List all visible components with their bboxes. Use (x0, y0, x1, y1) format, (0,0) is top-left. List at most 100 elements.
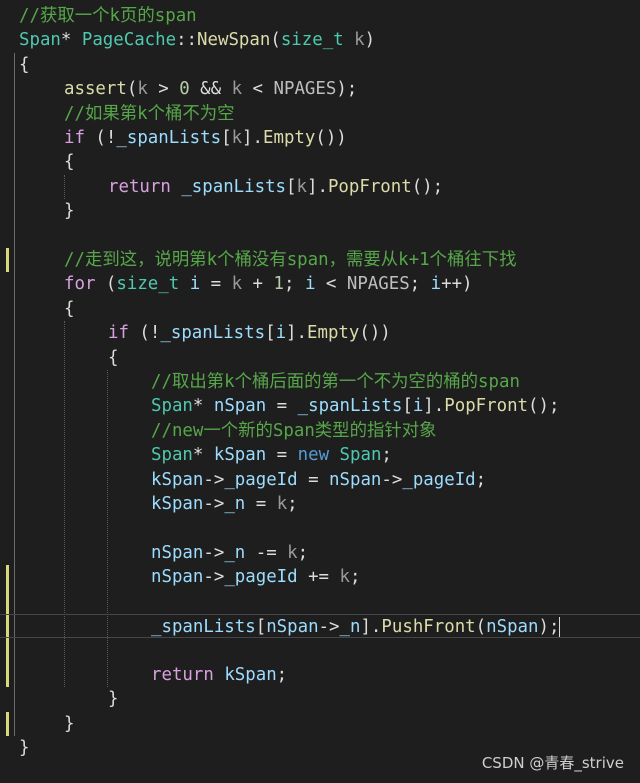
token-var: _n (339, 617, 361, 637)
token-punc: * (192, 445, 214, 466)
token-ctrl: return (151, 664, 214, 685)
code-text: kSpan->_n = k; (151, 492, 298, 516)
token-punc: ++) (441, 274, 473, 295)
code-line[interactable]: if (!_spanLists[k].Empty()) (0, 126, 640, 150)
token-punc: = (266, 396, 298, 417)
code-line[interactable]: //new一个新的Span类型的指针对象 (0, 419, 640, 443)
token-ctrl: if (108, 323, 129, 344)
token-punc (171, 177, 181, 197)
code-text: Span* PageCache::NewSpan(size_t k) (19, 28, 375, 52)
token-punc: ( (95, 274, 117, 295)
token-punc: ]. (360, 617, 382, 637)
token-punc: ); (336, 79, 358, 100)
code-text: //如果第k个桶不为空 (64, 102, 235, 126)
code-line[interactable]: nSpan->_n -= k; (0, 541, 640, 565)
token-var: _spanLists (160, 323, 266, 344)
code-line[interactable]: } (0, 199, 640, 223)
token-comment: //取出第k个桶后面的第一个不为空的桶的span (151, 372, 520, 392)
token-param: k (231, 274, 243, 295)
token-var: nSpan (329, 469, 382, 490)
code-line[interactable]: } (0, 687, 640, 711)
token-punc: ; (381, 445, 392, 466)
token-punc: -> (318, 617, 340, 637)
code-text: if (!_spanLists[i].Empty()) (108, 321, 391, 345)
code-text: Span* nSpan = _spanLists[i].PopFront(); (151, 394, 559, 418)
token-fn: PopFront (444, 396, 529, 417)
code-line[interactable]: if (!_spanLists[i].Empty()) (0, 321, 640, 345)
code-text: //取出第k个桶后面的第一个不为空的桶的span (151, 370, 520, 394)
code-line[interactable]: { (0, 150, 640, 174)
code-line[interactable] (0, 638, 640, 662)
code-line[interactable]: } (0, 712, 640, 736)
token-punc: [ (221, 128, 232, 148)
token-fn: PushFront (381, 617, 476, 637)
code-text: for (size_t i = k + 1; i < NPAGES; i++) (64, 272, 473, 296)
token-punc (344, 30, 354, 50)
code-line[interactable]: { (0, 53, 640, 77)
code-line[interactable] (0, 516, 640, 540)
token-var: _spanLists (151, 617, 256, 637)
token-var: nSpan (266, 617, 319, 637)
token-comment: //获取一个k页的span (19, 6, 197, 26)
token-type: PageCache (81, 30, 177, 51)
token-punc: ; (475, 469, 487, 490)
token-punc: + (242, 274, 274, 295)
token-punc: } (19, 738, 30, 758)
token-macro: NPAGES (273, 79, 337, 100)
code-line[interactable]: Span* kSpan = new Span; (0, 443, 640, 467)
code-line[interactable]: //如果第k个桶不为空 (0, 102, 640, 126)
code-text: if (!_spanLists[k].Empty()) (64, 126, 347, 150)
token-punc: += (297, 567, 340, 588)
token-punc: = (200, 274, 232, 295)
token-punc: (! (128, 323, 161, 344)
token-var: _pageId (224, 567, 298, 588)
token-punc: = (245, 494, 277, 514)
token-comment: //如果第k个桶不为空 (64, 103, 235, 124)
token-punc: && (189, 79, 232, 100)
code-text: return _spanLists[k].PopFront(); (108, 175, 443, 199)
token-punc: [ (265, 323, 276, 344)
code-text: //获取一个k页的span (19, 4, 197, 28)
code-text: //new一个新的Span类型的指针对象 (151, 419, 437, 443)
token-var: _pageId (402, 469, 476, 490)
token-punc: ( (475, 617, 487, 637)
code-text: kSpan->_pageId = nSpan->_pageId; (151, 468, 486, 492)
code-line[interactable]: { (0, 297, 640, 321)
code-line[interactable]: { (0, 346, 640, 370)
code-line[interactable]: //取出第k个桶后面的第一个不为空的桶的span (0, 370, 640, 394)
code-line[interactable]: Span* PageCache::NewSpan(size_t k) (0, 28, 640, 52)
code-line[interactable]: nSpan->_pageId += k; (0, 565, 640, 589)
code-line[interactable] (0, 590, 640, 614)
token-var: kSpan (151, 494, 204, 514)
token-punc: = (297, 469, 330, 490)
token-punc: -> (381, 469, 403, 490)
token-type: Span (151, 396, 193, 417)
token-punc: ( (270, 30, 281, 51)
code-text: _spanLists[nSpan->_n].PushFront(nSpan); (151, 615, 561, 639)
code-editor[interactable]: //获取一个k页的span Span* PageCache::NewSpan(si… (0, 0, 640, 783)
code-line[interactable]: _spanLists[nSpan->_n].PushFront(nSpan); (0, 614, 640, 639)
code-line[interactable]: //走到这，说明第k个桶没有span，需要从k+1个桶往下找 (0, 248, 640, 272)
code-line[interactable]: for (size_t i = k + 1; i < NPAGES; i++) (0, 272, 640, 296)
code-line[interactable]: return kSpan; (0, 663, 640, 687)
token-punc: { (64, 298, 75, 319)
token-param: k (287, 542, 298, 563)
token-param: k (339, 567, 350, 588)
code-line[interactable]: kSpan->_pageId = nSpan->_pageId; (0, 468, 640, 492)
code-line[interactable]: //获取一个k页的span (0, 4, 640, 28)
token-param: k (354, 30, 365, 51)
token-punc: < (242, 79, 274, 100)
token-punc: } (108, 689, 119, 710)
code-line[interactable]: kSpan->_n = k; (0, 492, 640, 516)
code-text: { (64, 297, 74, 321)
token-fn: assert (64, 79, 127, 100)
token-var: _spanLists (116, 128, 222, 148)
token-punc: ]. (242, 128, 263, 148)
code-line[interactable]: Span* nSpan = _spanLists[i].PopFront(); (0, 394, 640, 418)
token-type: size_t (280, 30, 344, 51)
code-line[interactable]: assert(k > 0 && k < NPAGES); (0, 77, 640, 101)
code-line[interactable]: return _spanLists[k].PopFront(); (0, 175, 640, 199)
code-line[interactable] (0, 224, 640, 248)
code-text: { (19, 53, 29, 77)
token-punc: ()) (315, 128, 347, 148)
